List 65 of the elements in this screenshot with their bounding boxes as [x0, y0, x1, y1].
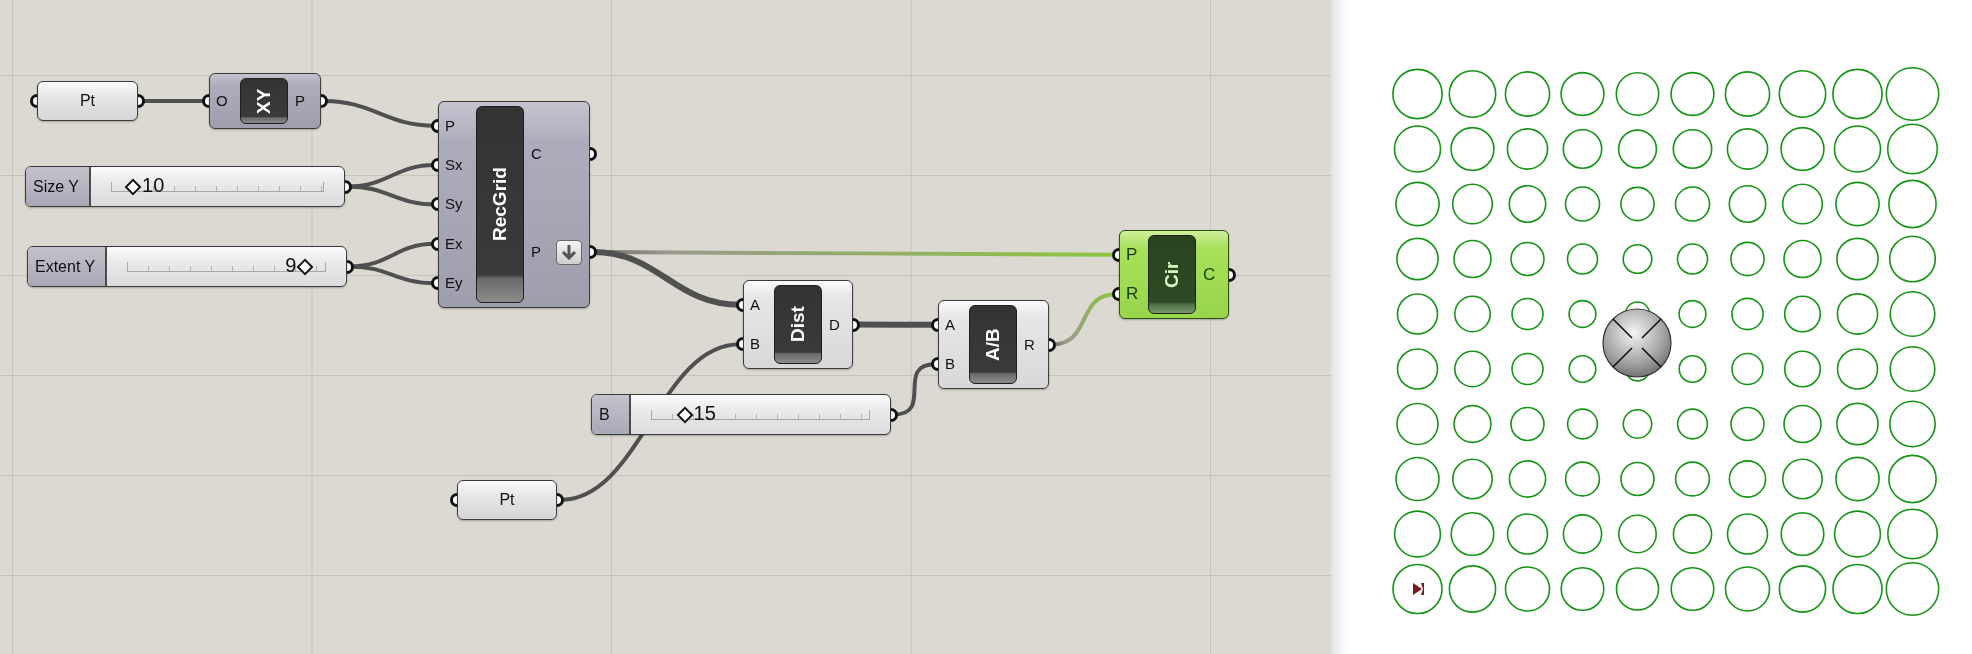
component-node[interactable]: A B A/B R	[938, 300, 1049, 389]
input-port-label[interactable]: Sx	[445, 156, 463, 175]
node-title: Cir	[1148, 235, 1196, 314]
input-port-label[interactable]: R	[1126, 285, 1139, 304]
port-socket[interactable]	[891, 407, 898, 422]
flatten-button[interactable]	[556, 239, 582, 265]
port-socket[interactable]	[431, 118, 438, 133]
input-port-label[interactable]: Ex	[445, 234, 463, 253]
slider-label: Size Y	[26, 167, 91, 206]
port-socket[interactable]	[431, 197, 438, 212]
output-port-label[interactable]: P	[295, 92, 305, 110]
input-port-label[interactable]: Ey	[445, 274, 463, 293]
input-port-label[interactable]: P	[1126, 245, 1138, 264]
down-arrow-icon	[561, 244, 577, 260]
component-node[interactable]: A B Dist D	[743, 280, 853, 369]
node-title: XY	[240, 78, 288, 124]
port-socket[interactable]	[345, 179, 352, 194]
node-title: A/B	[969, 305, 1017, 384]
output-port-label[interactable]: P	[531, 243, 541, 261]
component-node[interactable]: P Sx Sy Ex Ey RecGrid C P	[438, 101, 590, 308]
slider-node[interactable]: Extent Y 9	[27, 246, 347, 287]
param-node[interactable]: Pt	[457, 480, 557, 520]
port-socket[interactable]	[202, 94, 209, 108]
port-socket[interactable]	[736, 297, 743, 312]
slider-node[interactable]: Size Y 10	[25, 166, 345, 207]
slider-label: B	[592, 395, 631, 434]
port-socket[interactable]	[138, 94, 145, 108]
output-port-label[interactable]: D	[829, 315, 840, 334]
component-node[interactable]: O XY P	[209, 73, 321, 129]
sphere-icon[interactable]	[1602, 308, 1672, 378]
node-title: Dist	[774, 285, 822, 364]
port-socket[interactable]	[931, 317, 938, 332]
port-socket[interactable]	[431, 236, 438, 251]
port-socket[interactable]	[431, 158, 438, 173]
component-node[interactable]: P R Cir C	[1119, 230, 1229, 319]
output-port-label[interactable]: C	[1203, 265, 1216, 284]
input-port-label[interactable]: O	[216, 92, 228, 110]
slider-node[interactable]: B 15	[591, 394, 891, 435]
port-socket[interactable]	[1049, 337, 1056, 352]
port-socket[interactable]	[557, 493, 564, 507]
port-socket[interactable]	[321, 94, 328, 108]
port-socket[interactable]	[590, 245, 597, 259]
input-port-label[interactable]: B	[750, 335, 760, 354]
port-socket[interactable]	[931, 357, 938, 372]
port-socket[interactable]	[1229, 267, 1236, 282]
param-node[interactable]: Pt	[37, 81, 138, 121]
port-socket[interactable]	[1112, 247, 1119, 262]
input-port-label[interactable]: Sy	[445, 195, 463, 214]
node-title: RecGrid	[476, 106, 524, 303]
port-socket[interactable]	[590, 146, 597, 161]
port-socket[interactable]	[347, 259, 354, 274]
port-socket[interactable]	[1112, 287, 1119, 302]
output-port-label[interactable]: R	[1024, 335, 1035, 354]
input-port-label[interactable]: A	[750, 295, 760, 314]
port-socket[interactable]	[450, 493, 457, 507]
input-port-label[interactable]: P	[445, 116, 455, 135]
port-socket[interactable]	[30, 94, 37, 108]
output-port-label[interactable]: C	[531, 144, 542, 163]
port-socket[interactable]	[853, 317, 860, 332]
port-socket[interactable]	[736, 337, 743, 352]
marker-icon	[1413, 583, 1424, 595]
slider-label: Extent Y	[28, 247, 107, 286]
input-port-label[interactable]: B	[945, 355, 955, 374]
port-socket[interactable]	[431, 276, 438, 291]
input-port-label[interactable]: A	[945, 315, 955, 334]
